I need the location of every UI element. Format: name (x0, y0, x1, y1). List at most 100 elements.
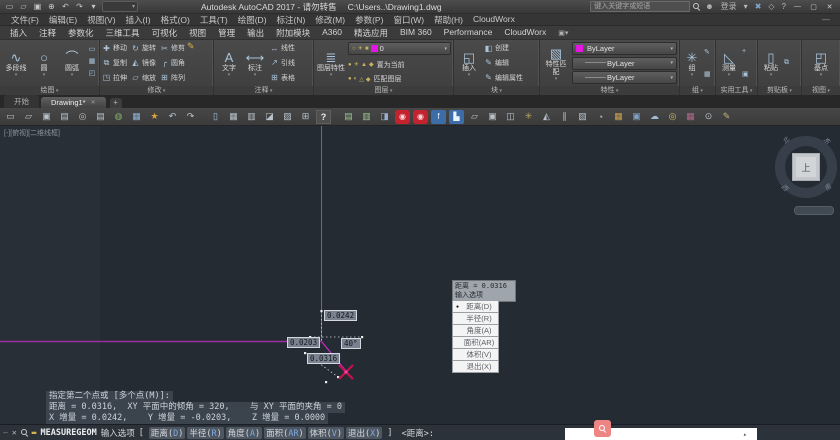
exchange-icon[interactable]: ◇ (766, 2, 776, 11)
toolbar-icon[interactable]: ◍ (111, 110, 126, 124)
quick-access-icon[interactable]: ▭ (4, 2, 15, 12)
a360-icon[interactable]: ✖ (753, 2, 764, 11)
signin-caret-icon[interactable]: ▾ (742, 2, 750, 11)
ribbon-tab[interactable]: 可视化 (146, 26, 184, 40)
block-small-button[interactable]: ✎ 编辑 (484, 58, 523, 68)
panel-title-utilities[interactable]: 实用工具 (716, 86, 757, 95)
command-close-icon[interactable]: ✕ (12, 428, 17, 437)
quick-access-icon[interactable]: ↶ (60, 2, 71, 12)
panel-title-block[interactable]: 块 (454, 86, 539, 95)
group-button[interactable]: ✳ 组 (682, 41, 702, 85)
toolbar-icon[interactable]: ▦ (683, 110, 698, 124)
maximize-button[interactable]: ▢ (807, 2, 820, 12)
panel-title-draw[interactable]: 绘图 (0, 86, 99, 95)
command-option[interactable]: 半径(R) (187, 426, 224, 439)
minimize-button[interactable]: — (791, 2, 804, 12)
modify-tool-button[interactable]: ✚ 移动 (102, 41, 127, 56)
clipboard-small-icon[interactable]: ⧉ (784, 59, 789, 67)
workspace-dropdown[interactable]: ▾ (102, 1, 138, 12)
toolbar-icon[interactable]: ▤ (57, 110, 72, 124)
toolbar-icon[interactable]: ▦ (611, 110, 626, 124)
annotate-tool-button[interactable]: ⟷ 标注 (242, 41, 268, 85)
panel-title-clipboard[interactable]: 剪贴板 (758, 86, 801, 95)
dynamic-input-option[interactable]: 退出(X) (452, 360, 499, 373)
command-search-icon[interactable] (20, 429, 28, 436)
toolbar-icon[interactable]: ✳ (521, 110, 536, 124)
toolbar-icon[interactable]: ▤ (341, 110, 356, 124)
toolbar-icon[interactable]: ▨ (280, 110, 295, 124)
toolbar-icon[interactable]: ▙ (449, 109, 464, 124)
ribbon-tab[interactable]: 输出 (241, 26, 270, 40)
utility-small-icon[interactable]: ▣ (742, 70, 749, 78)
quick-access-icon[interactable]: ▱ (18, 2, 29, 12)
property-dropdown[interactable]: ———— ByLayer ▾ (572, 56, 677, 70)
menu-item[interactable]: 视图(V) (82, 14, 120, 26)
ribbon-options-icon[interactable]: ▣▾ (558, 29, 568, 37)
help-icon[interactable]: ? (780, 2, 788, 11)
toolbar-icon[interactable]: ▥ (244, 110, 259, 124)
ribbon-tab[interactable]: BIM 360 (394, 26, 438, 40)
quick-access-icon[interactable]: ⊕ (46, 2, 57, 12)
menu-item[interactable]: CloudWorx (468, 14, 520, 26)
command-option[interactable]: 体积(V) (307, 426, 344, 439)
signin-link[interactable]: 登录 (719, 1, 739, 12)
ribbon-tab[interactable]: 注释 (33, 26, 62, 40)
toolbar-icon[interactable]: ▱ (21, 110, 36, 124)
toolbar-icon[interactable]: ◪ (262, 110, 277, 124)
draw-tool-button[interactable]: ⌒ 圆弧 (58, 41, 86, 85)
toolbar-icon[interactable]: ◉ (413, 109, 428, 124)
search-input[interactable] (590, 1, 691, 12)
set-current-button[interactable]: 置为当前 (377, 60, 405, 70)
toolbar-icon[interactable]: ▦ (129, 110, 144, 124)
ribbon-tab[interactable]: 管理 (212, 26, 241, 40)
group-small-icon[interactable]: ✎ (704, 48, 711, 56)
toolbar-icon[interactable]: ▭ (3, 110, 18, 124)
toolbar-icon[interactable] (334, 110, 338, 124)
block-small-button[interactable]: ✎ 编辑属性 (484, 73, 523, 83)
toolbar-icon[interactable]: ★ (147, 110, 162, 124)
toolbar-icon[interactable]: ✎ (719, 110, 734, 124)
toolbar-icon[interactable]: ? (316, 109, 331, 124)
match-properties-button[interactable]: ▧ 特性匹配 (542, 41, 570, 85)
ribbon-tab[interactable]: Performance (438, 26, 499, 40)
toolbar-icon[interactable]: ◨ (377, 110, 392, 124)
menu-item[interactable]: 标注(N) (272, 14, 311, 26)
close-button[interactable]: ✕ (823, 2, 836, 12)
layer-dropdown[interactable]: ○ ☀ ■ 0 ▾ (348, 42, 451, 55)
panel-title-view[interactable]: 视图 (802, 86, 840, 95)
ribbon-tab[interactable]: 插入 (4, 26, 33, 40)
toolbar-icon[interactable]: ◔ (593, 110, 608, 124)
erase-icon[interactable]: ✎ (187, 41, 195, 85)
ribbon-tab[interactable]: A360 (316, 26, 348, 40)
modify-tool-button[interactable]: ⧉ 复制 (102, 56, 127, 71)
ribbon-tab[interactable]: CloudWorx (498, 26, 552, 40)
toolbar-icon[interactable]: ▯ (208, 110, 223, 124)
annotate-small-button[interactable]: ⊞ 表格 (270, 73, 295, 83)
toolbar-icon[interactable]: ▤ (93, 110, 108, 124)
annotate-tool-button[interactable]: A 文字 (216, 41, 242, 85)
layer-tools-icons-2[interactable]: ● ◐ △ ◆ (348, 76, 371, 83)
modify-tool-button[interactable]: ↻ 旋转 (131, 41, 156, 56)
toolbar-icon[interactable]: ↶ (165, 110, 180, 124)
command-option[interactable]: 退出(X) (346, 426, 383, 439)
toolbar-icon[interactable]: ▣ (485, 110, 500, 124)
draw-tool-button[interactable]: ○ 圆 (30, 41, 58, 85)
toolbar-icon[interactable]: ∥ (557, 110, 572, 124)
ribbon-tab[interactable]: 附加模块 (270, 26, 316, 40)
magnifier-badge[interactable] (594, 420, 611, 437)
property-dropdown[interactable]: ———— ByLayer ▾ (572, 71, 677, 84)
toolbar-icon[interactable]: ☁ (647, 110, 662, 124)
new-tab-button[interactable]: + (109, 98, 122, 108)
modify-tool-button[interactable]: ◭ 镜像 (131, 56, 156, 71)
ribbon-tab[interactable]: 三维工具 (100, 26, 146, 40)
toolbar-icon[interactable]: ◎ (665, 110, 680, 124)
modify-tool-button[interactable]: ▱ 缩放 (131, 70, 156, 85)
modify-tool-button[interactable]: ╭ 圆角 (160, 56, 185, 71)
draw-more-icons[interactable]: ▭◇▦⊙◰▤ (88, 41, 99, 85)
menu-item[interactable]: 窗口(W) (388, 14, 429, 26)
modify-tool-button[interactable]: ⊞ 阵列 (160, 70, 185, 85)
toolbar-icon[interactable]: ◉ (395, 109, 410, 124)
search-icon[interactable] (693, 3, 700, 10)
toolbar-icon[interactable]: ▣ (629, 110, 644, 124)
toolbar-icon[interactable]: ▱ (467, 110, 482, 124)
